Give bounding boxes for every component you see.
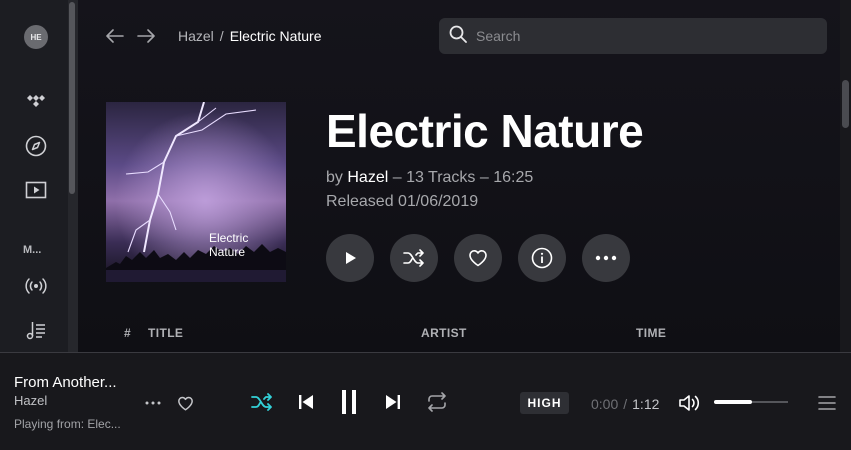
volume-slider[interactable] (714, 400, 788, 404)
breadcrumb-album: Electric Nature (229, 28, 322, 44)
playing-from-source[interactable]: Playing from: Elec... (14, 417, 121, 431)
breadcrumb: Hazel / Electric Nature (178, 28, 322, 44)
tidal-logo-icon[interactable] (22, 88, 50, 116)
sidebar-section-label: M... (23, 244, 42, 256)
heart-icon (469, 250, 487, 267)
time-separator: / (623, 396, 628, 412)
volume-slider-fill[interactable] (714, 400, 753, 404)
explore-icon[interactable] (22, 132, 50, 160)
column-header-time[interactable]: TIME (636, 326, 666, 340)
album-meta: by Hazel – 13 Tracks – 16:25 (326, 169, 533, 187)
album-details: – 13 Tracks – 16:25 (392, 169, 534, 186)
playlist-icon[interactable] (22, 316, 50, 344)
next-track-icon[interactable] (381, 390, 405, 414)
more-icon (595, 255, 617, 261)
album-artist-link[interactable]: Hazel (347, 169, 388, 186)
column-header-title[interactable]: TITLE (148, 326, 183, 340)
player-bar: From Another... Hazel Playing from: Elec… (0, 352, 851, 450)
info-icon (531, 247, 553, 269)
search-box[interactable] (439, 18, 827, 54)
sidebar: HE M... (0, 0, 78, 352)
play-album-button[interactable] (326, 234, 374, 282)
album-release-date: Released 01/06/2019 (326, 193, 479, 210)
sidebar-scrollbar-thumb[interactable] (69, 2, 75, 194)
avatar[interactable]: HE (24, 25, 48, 49)
shuffle-toggle-icon[interactable] (249, 390, 275, 414)
search-input[interactable] (476, 28, 796, 44)
info-button[interactable] (518, 234, 566, 282)
volume-icon[interactable] (677, 391, 703, 415)
breadcrumb-artist[interactable]: Hazel (178, 28, 214, 44)
track-duration: 1:12 (632, 396, 660, 412)
elapsed-time: 0:00 (591, 396, 619, 412)
video-icon[interactable] (22, 176, 50, 204)
back-arrow-icon[interactable] (105, 26, 125, 46)
shuffle-icon (403, 249, 424, 267)
broadcast-icon[interactable] (22, 272, 50, 300)
search-icon (449, 25, 467, 48)
queue-icon[interactable] (815, 391, 839, 415)
favorite-button[interactable] (454, 234, 502, 282)
now-playing-artist[interactable]: Hazel (14, 393, 47, 408)
cover-title-text: Electric Nature (209, 231, 249, 259)
album-by-label: by (326, 169, 343, 186)
repeat-icon[interactable] (424, 389, 450, 415)
now-playing-title[interactable]: From Another... (14, 374, 117, 391)
play-icon (346, 252, 356, 264)
playback-time: 0:00/1:12 (591, 396, 659, 412)
track-more-icon[interactable] (143, 391, 163, 415)
previous-track-icon[interactable] (294, 390, 318, 414)
album-title: Electric Nature (326, 105, 644, 157)
quality-badge[interactable]: HIGH (520, 392, 569, 414)
app-window: HE M... Hazel / Electric Nature Search E… (0, 0, 851, 450)
album-cover[interactable]: Electric Nature (106, 102, 286, 282)
main-scrollbar-thumb[interactable] (842, 80, 849, 128)
track-favorite-icon[interactable] (174, 392, 196, 414)
shuffle-album-button[interactable] (390, 234, 438, 282)
more-options-button[interactable] (582, 234, 630, 282)
forward-arrow-icon[interactable] (136, 26, 156, 46)
breadcrumb-separator: / (219, 28, 224, 44)
column-header-number: # (124, 326, 132, 340)
pause-icon[interactable] (336, 388, 362, 416)
column-header-artist[interactable]: ARTIST (421, 326, 467, 340)
main-scrollbar[interactable] (840, 0, 851, 352)
